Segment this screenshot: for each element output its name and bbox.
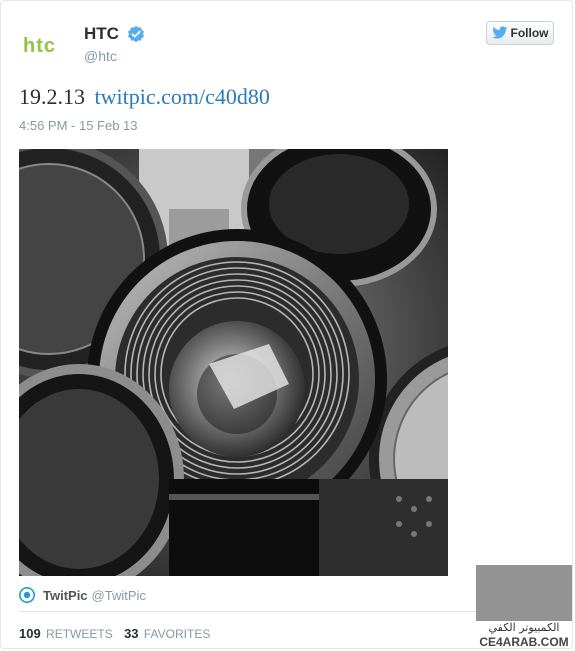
tweet-text: 19.2.13 twitpic.com/c40d80 [19, 84, 270, 110]
twitter-bird-icon [491, 26, 507, 39]
follow-button[interactable]: Follow [486, 21, 554, 45]
source-name[interactable]: TwitPic [43, 588, 88, 603]
tweet-timestamp[interactable]: 4:56 PM - 15 Feb 13 [19, 118, 138, 133]
account-name[interactable]: HTC [84, 24, 119, 44]
lens-photo-image [19, 149, 448, 576]
follow-label: Follow [510, 26, 549, 40]
twitpic-icon [19, 587, 35, 603]
tweet-photo[interactable] [19, 149, 448, 576]
watermark-site-text: CE4ARAB.COM [479, 635, 569, 649]
favorites-count[interactable]: 33 [124, 626, 138, 641]
watermark-arabic-text: الكمبيوتر الكفي [488, 621, 560, 634]
tweet-link[interactable]: twitpic.com/c40d80 [95, 84, 270, 109]
tweet-body: 19.2.13 [19, 84, 85, 109]
favorites-label[interactable]: FAVORITES [144, 627, 210, 641]
media-source[interactable]: TwitPic @TwitPic [19, 587, 146, 603]
account-handle[interactable]: @htc [84, 48, 117, 64]
htc-logo: htc [23, 35, 56, 57]
retweets-label[interactable]: RETWEETS [46, 627, 113, 641]
watermark-logo [476, 565, 572, 621]
verified-badge-icon [128, 25, 144, 43]
source-handle[interactable]: @TwitPic [92, 588, 146, 603]
tweet-stats: 109 RETWEETS 33 FAVORITES [19, 626, 218, 641]
site-watermark: الكمبيوتر الكفي CE4ARAB.COM [474, 565, 574, 649]
tweet-card: htc HTC @htc Follow 19.2.13 twitpic.com/… [0, 0, 573, 649]
retweets-count[interactable]: 109 [19, 626, 41, 641]
svg-text:htc: htc [23, 35, 56, 57]
